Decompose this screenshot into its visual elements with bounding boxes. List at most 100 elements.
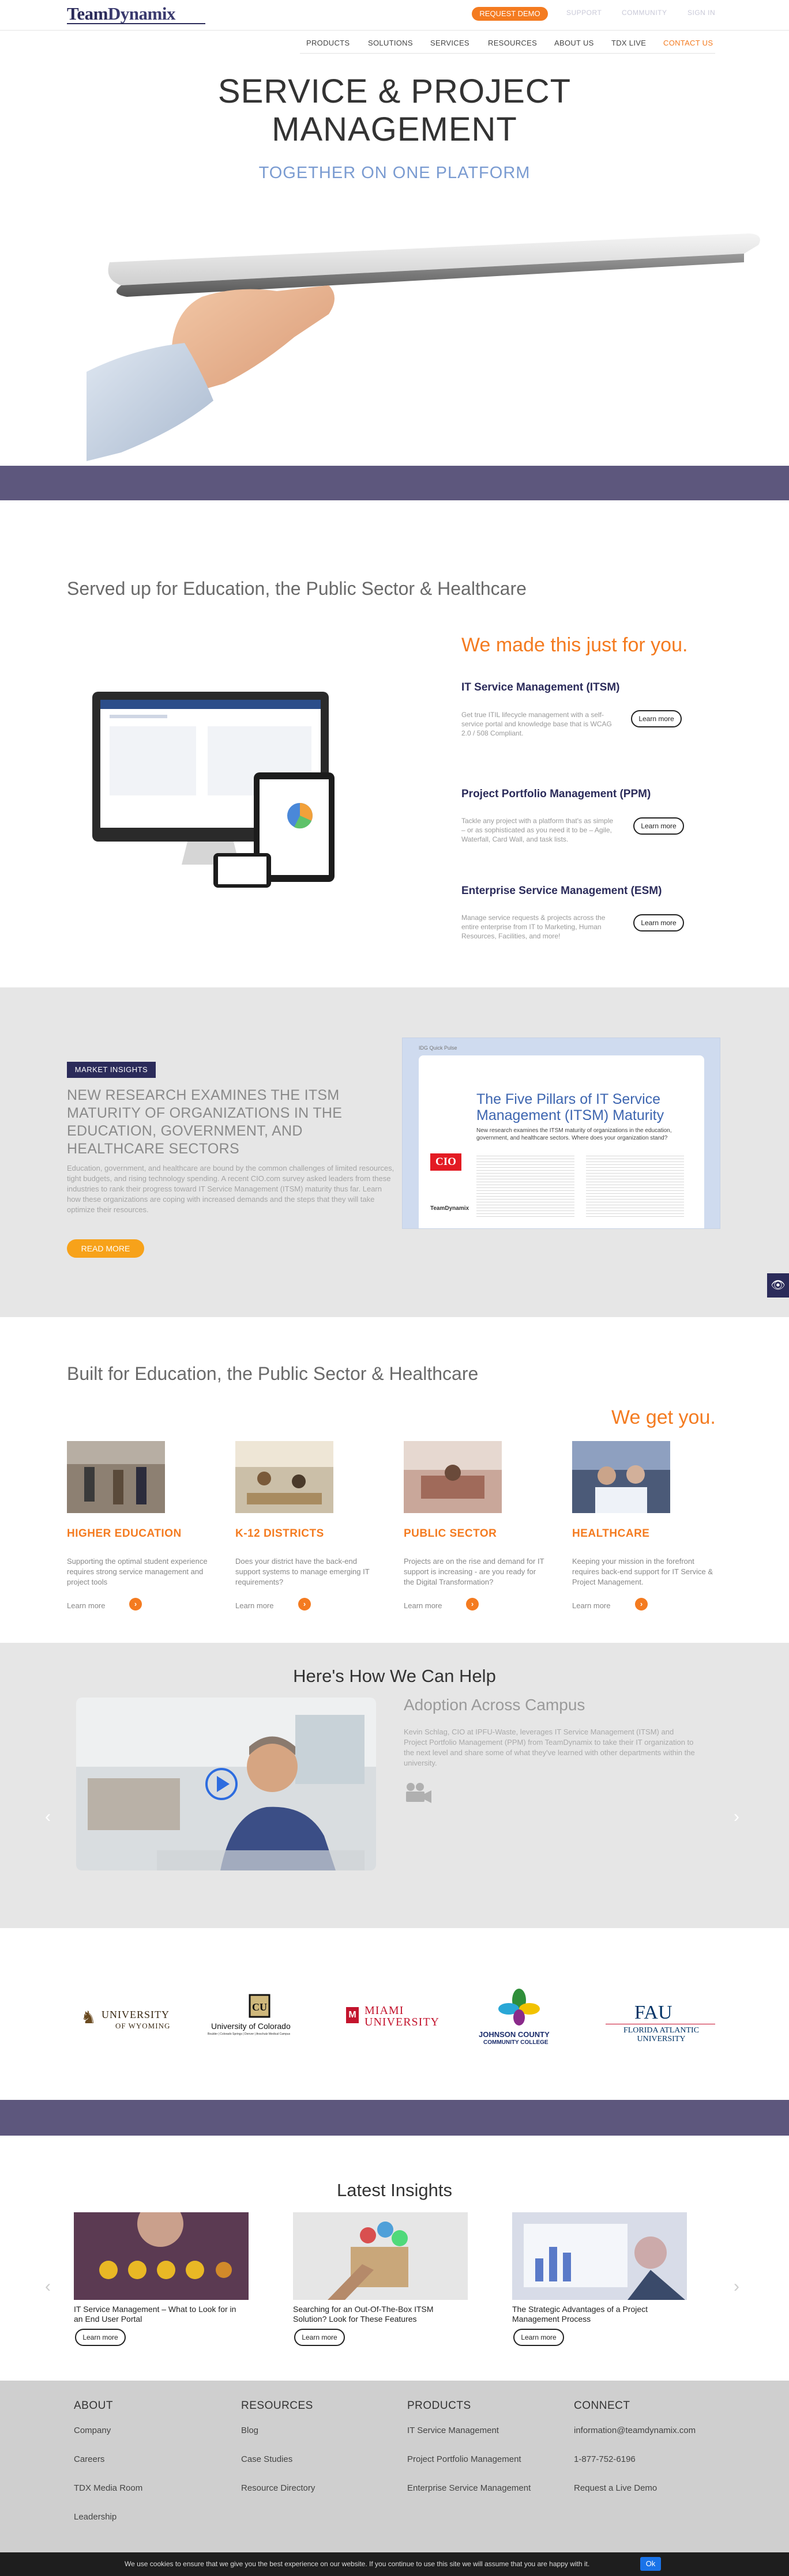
jccc-leaf-icon bbox=[498, 1989, 540, 2026]
ppm-learn-more-button[interactable]: Learn more bbox=[633, 817, 684, 835]
footer-products-heading: PRODUCTS bbox=[407, 2400, 471, 2412]
cu-emblem-icon: CU bbox=[249, 1994, 270, 2018]
footer-about-heading: ABOUT bbox=[74, 2400, 113, 2412]
carousel-prev-icon[interactable]: ‹ bbox=[45, 1807, 51, 1827]
latest-insights-title: Latest Insights bbox=[337, 2180, 452, 2200]
footer-link-request-demo[interactable]: Request a Live Demo bbox=[574, 2483, 657, 2493]
case-study-text: Kevin Schlag, CIO at IPFU-Waste, leverag… bbox=[404, 1728, 695, 1767]
footer-link-careers[interactable]: Careers bbox=[74, 2454, 104, 2464]
itsm-maturity-report-image[interactable]: IDG Quick Pulse The Five Pillars of IT S… bbox=[402, 1038, 720, 1229]
report-text-column-2 bbox=[586, 1153, 684, 1217]
higher-education-title: HIGHER EDUCATION bbox=[67, 1528, 182, 1540]
nav-contact-us[interactable]: CONTACT US bbox=[663, 39, 713, 47]
insight-3-learn-more-button[interactable]: Learn more bbox=[513, 2329, 564, 2346]
sign-in-link[interactable]: SIGN IN bbox=[687, 9, 715, 17]
support-link[interactable]: SUPPORT bbox=[566, 9, 602, 17]
logo-dynamix-text: Dynamix bbox=[107, 3, 176, 24]
johnson-county-community-college-logo[interactable]: JOHNSON COUNTY COMMUNITY COLLEGE bbox=[473, 1989, 565, 2052]
case-study-title: Adoption Across Campus bbox=[404, 1696, 585, 1714]
footer-link-blog[interactable]: Blog bbox=[241, 2426, 258, 2435]
hand-holding-tablet-image bbox=[87, 233, 760, 461]
footer-link-resource-directory[interactable]: Resource Directory bbox=[241, 2483, 315, 2493]
public-sector-learn-more-link[interactable]: Learn more bbox=[404, 1601, 442, 1610]
higher-education-learn-more-link[interactable]: Learn more bbox=[67, 1601, 105, 1610]
public-sector-description: Projects are on the rise and demand for … bbox=[404, 1557, 544, 1586]
insight-3-image[interactable] bbox=[512, 2212, 687, 2300]
insight-3-text[interactable]: The Strategic Advantages of a Project Ma… bbox=[512, 2305, 685, 2324]
insight-2-learn-more-button[interactable]: Learn more bbox=[294, 2329, 345, 2346]
higher-education-image bbox=[67, 1441, 165, 1513]
cookie-ok-button[interactable]: Ok bbox=[640, 2557, 661, 2571]
nav-about-us[interactable]: ABOUT US bbox=[554, 39, 594, 47]
insight-2-text[interactable]: Searching for an Out-Of-The-Box ITSM Sol… bbox=[293, 2305, 466, 2324]
teamdynamix-logo[interactable]: TeamDynamix bbox=[67, 3, 176, 24]
jccc-line-1: JOHNSON COUNTY bbox=[479, 2030, 550, 2039]
public-sector-title: PUBLIC SECTOR bbox=[404, 1528, 497, 1540]
itsm-learn-more-button[interactable]: Learn more bbox=[631, 710, 682, 727]
help-section-title: Here's How We Can Help bbox=[293, 1666, 496, 1686]
nav-services[interactable]: SERVICES bbox=[430, 39, 469, 47]
insight-1-image[interactable] bbox=[74, 2212, 249, 2300]
footer-link-itsm[interactable]: IT Service Management bbox=[407, 2426, 499, 2435]
cio-logo: CIO bbox=[430, 1153, 461, 1171]
university-of-colorado-logo[interactable]: CU University of Colorado Boulder | Colo… bbox=[208, 1992, 317, 2043]
footer-link-ppm[interactable]: Project Portfolio Management bbox=[407, 2454, 521, 2464]
arrow-right-icon[interactable]: › bbox=[635, 1598, 648, 1611]
report-page: The Five Pillars of IT Service Managemen… bbox=[419, 1055, 704, 1228]
carousel-next-icon[interactable]: › bbox=[734, 1807, 739, 1827]
market-insights-title: NEW RESEARCH EXAMINES THE ITSM MATURITY … bbox=[67, 1087, 343, 1157]
footer-link-esm[interactable]: Enterprise Service Management bbox=[407, 2483, 531, 2493]
report-brand: TeamDynamix bbox=[430, 1205, 469, 1212]
miami-university-logo[interactable]: M MIAMI UNIVERSITY bbox=[346, 1992, 450, 2043]
esm-learn-more-button[interactable]: Learn more bbox=[633, 914, 684, 931]
video-camera-icon bbox=[406, 1783, 431, 1803]
public-sector-image bbox=[404, 1441, 502, 1513]
ppm-title: Project Portfolio Management (PPM) bbox=[461, 788, 651, 800]
healthcare-title: HEALTHCARE bbox=[572, 1528, 650, 1540]
nav-products[interactable]: PRODUCTS bbox=[306, 39, 350, 47]
healthcare-learn-more-link[interactable]: Learn more bbox=[572, 1601, 610, 1610]
jccc-line-2: COMMUNITY COLLEGE bbox=[483, 2039, 548, 2046]
footer-link-leadership[interactable]: Leadership bbox=[74, 2512, 117, 2522]
nav-solutions[interactable]: SOLUTIONS bbox=[368, 39, 413, 47]
accessibility-eye-icon[interactable]: 👁 bbox=[767, 1273, 789, 1298]
arrow-right-icon[interactable]: › bbox=[129, 1598, 142, 1611]
footer-link-media-room[interactable]: TDX Media Room bbox=[74, 2483, 142, 2493]
colorado-line-2: Boulder | Colorado Springs | Denver | An… bbox=[208, 2032, 291, 2036]
healthcare-description: Keeping your mission in the forefront re… bbox=[572, 1557, 713, 1586]
market-insights-body: Education, government, and healthcare ar… bbox=[67, 1164, 394, 1214]
miami-m-icon: M bbox=[346, 2007, 359, 2023]
colorado-line-1: University of Colorado bbox=[211, 2021, 291, 2031]
wyoming-line-1: UNIVERSITY bbox=[102, 2009, 170, 2020]
itsm-title: IT Service Management (ITSM) bbox=[461, 681, 620, 693]
insight-1-learn-more-button[interactable]: Learn more bbox=[75, 2329, 126, 2346]
wyoming-line-2: OF WYOMING bbox=[115, 2021, 171, 2030]
footer-link-case-studies[interactable]: Case Studies bbox=[241, 2454, 292, 2464]
arrow-right-icon[interactable]: › bbox=[466, 1598, 479, 1611]
miami-line-2: UNIVERSITY bbox=[365, 2016, 439, 2028]
built-section-title: Built for Education, the Public Sector &… bbox=[67, 1363, 479, 1384]
insight-1-text[interactable]: IT Service Management – What to Look for… bbox=[74, 2305, 247, 2324]
arrow-right-icon[interactable]: › bbox=[298, 1598, 311, 1611]
devices-screenshot-image bbox=[92, 692, 335, 888]
nav-resources[interactable]: RESOURCES bbox=[488, 39, 537, 47]
case-study-video[interactable] bbox=[76, 1698, 376, 1870]
made-for-you-title: We made this just for you. bbox=[461, 634, 688, 656]
footer-link-phone[interactable]: 1-877-752-6196 bbox=[574, 2454, 636, 2464]
footer-link-email[interactable]: information@teamdynamix.com bbox=[574, 2426, 696, 2435]
nav-tdx-live[interactable]: TDX LIVE bbox=[611, 39, 646, 47]
university-of-wyoming-logo[interactable]: ♞ UNIVERSITY OF WYOMING bbox=[81, 1992, 185, 2043]
footer-link-company[interactable]: Company bbox=[74, 2426, 111, 2435]
report-text-column-1 bbox=[476, 1153, 574, 1217]
k12-districts-description: Does your district have the back-end sup… bbox=[235, 1557, 370, 1586]
k12-districts-learn-more-link[interactable]: Learn more bbox=[235, 1601, 273, 1610]
fau-line-1: FAU bbox=[634, 2002, 672, 2023]
insight-2-image[interactable] bbox=[293, 2212, 468, 2300]
insights-next-icon[interactable]: › bbox=[734, 2277, 739, 2296]
read-more-button[interactable]: READ MORE bbox=[67, 1239, 144, 1258]
insights-prev-icon[interactable]: ‹ bbox=[45, 2277, 51, 2296]
request-demo-button[interactable]: REQUEST DEMO bbox=[472, 7, 548, 21]
community-link[interactable]: COMMUNITY bbox=[622, 9, 667, 17]
florida-atlantic-university-logo[interactable]: FAU FLORIDA ATLANTIC UNIVERSITY bbox=[606, 1992, 715, 2043]
hero-title-line-2: MANAGEMENT bbox=[272, 111, 517, 148]
